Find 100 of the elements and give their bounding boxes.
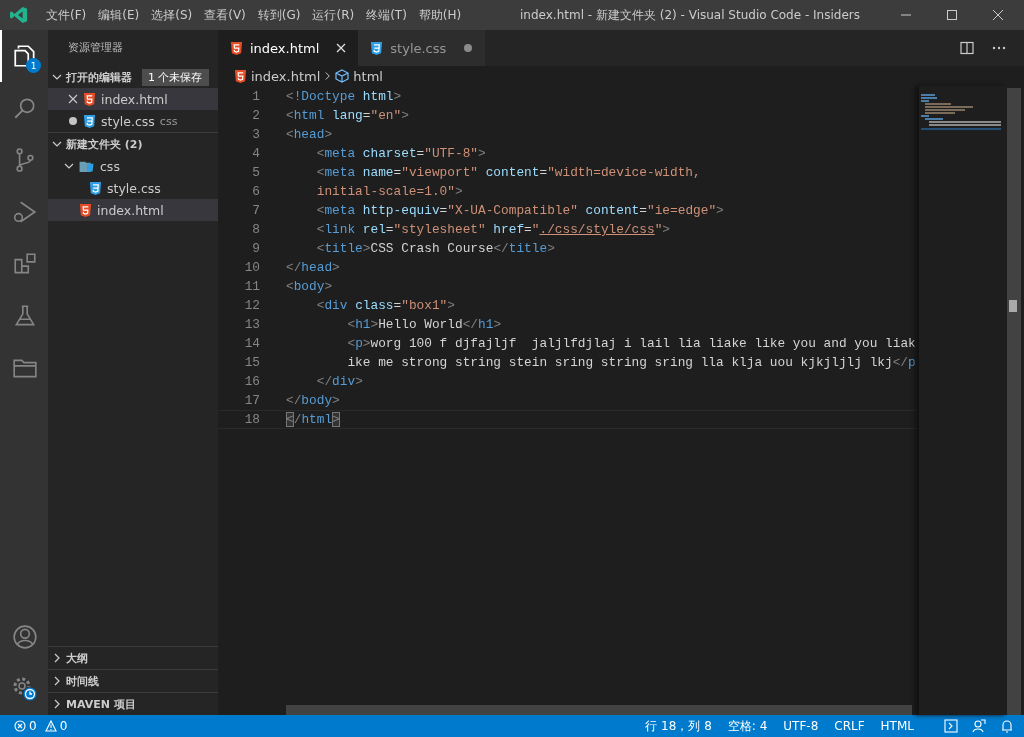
more-icon[interactable]	[992, 46, 1006, 50]
line-number: 10	[243, 260, 260, 275]
unsaved-badge: 1 个未保存	[142, 68, 209, 86]
warning-icon	[44, 720, 57, 732]
file-tree-item[interactable]: css	[48, 155, 218, 177]
bell-icon[interactable]	[1000, 719, 1014, 733]
section-title: 打开的编辑器	[66, 69, 132, 85]
open-editor-item[interactable]: index.html	[48, 88, 218, 110]
code-line: </div>	[316, 374, 363, 389]
code-line: <div class="box1">	[316, 298, 455, 313]
files-icon	[12, 43, 38, 69]
status-item[interactable]: 行 18，列 8	[645, 717, 712, 735]
html-file-icon	[79, 203, 92, 217]
line-number: 16	[243, 374, 260, 389]
minimap-drawing[interactable]	[919, 92, 1001, 132]
code-line: <title>CSS Crash Course</title>	[316, 241, 555, 256]
line-number: 14	[243, 336, 260, 351]
code-line: </body>	[286, 393, 340, 408]
menu-item[interactable]: 选择(S)	[145, 6, 199, 24]
open-editor-item[interactable]: style.css css	[48, 110, 218, 132]
line-number: 13	[243, 317, 260, 332]
file-name: style.css	[107, 180, 161, 196]
section-header[interactable]: 时间线	[48, 669, 218, 692]
menu-item[interactable]: 终端(T)	[360, 6, 413, 24]
editor-tab[interactable]: style.css	[358, 30, 486, 66]
close-icon[interactable]	[992, 9, 1004, 21]
menu-item[interactable]: 转到(G)	[251, 6, 307, 24]
file-tree-item[interactable]: index.html	[48, 199, 218, 221]
status-item[interactable]: 空格: 4	[727, 717, 768, 735]
line-number: 7	[251, 203, 260, 218]
file-name: index.html	[97, 202, 164, 218]
app-logo-icon	[10, 6, 28, 24]
menu-item[interactable]: 运行(R)	[306, 6, 361, 24]
maximize-icon[interactable]	[946, 9, 958, 21]
tab-label: style.css	[390, 40, 447, 56]
cube-icon	[335, 69, 350, 83]
line-number: 6	[251, 184, 260, 199]
line-number: 18	[243, 412, 260, 427]
account-icon	[12, 624, 38, 650]
folder-icon	[79, 159, 95, 173]
line-number: 8	[251, 222, 260, 237]
section-title: 新建文件夹 (2)	[66, 136, 143, 152]
menu-item[interactable]: 查看(V)	[198, 6, 252, 24]
html-file-icon	[83, 92, 96, 106]
section-header[interactable]: 打开的编辑器 1 个未保存	[48, 66, 218, 88]
line-number: 1	[251, 89, 260, 104]
split-editor-icon[interactable]	[960, 41, 974, 55]
sidebar-title: 资源管理器	[67, 40, 124, 56]
code-line: <h1>Hello World</h1>	[347, 317, 502, 332]
line-number: 2	[251, 108, 260, 123]
code-line: <!Doctype html>	[286, 89, 402, 104]
code-line: <head>	[286, 127, 333, 142]
breadcrumb-item[interactable]: index.html	[251, 68, 321, 84]
code-line: initial-scale=1.0">	[316, 184, 463, 199]
scrollbar[interactable]	[1007, 88, 1021, 715]
menu-item[interactable]: 帮助(H)	[412, 6, 468, 24]
section-header[interactable]: 大纲	[48, 646, 218, 669]
breadcrumb-item[interactable]: html	[353, 68, 383, 84]
css-file-icon	[89, 181, 102, 195]
line-number: 5	[251, 165, 260, 180]
count-badge: 1	[26, 58, 41, 73]
tab-label: index.html	[250, 40, 320, 56]
feedback-icon[interactable]	[944, 719, 958, 733]
section-title: 大纲	[66, 650, 88, 666]
chevron-icon	[324, 71, 332, 81]
code-line: <p>worg 100 f djfajljf jaljlfdjlaj i lail lia liake like you and you liak	[347, 336, 916, 351]
code-line: <html lang="en">	[286, 108, 409, 123]
editor-tab[interactable]: index.html	[218, 30, 359, 66]
line-number: 4	[251, 146, 260, 161]
code-line: <meta name="viewport" content="width=device-width,	[316, 165, 701, 180]
line-number: 15	[243, 355, 260, 370]
status-item[interactable]: CRLF	[834, 719, 865, 733]
line-number: 9	[251, 241, 260, 256]
close-icon[interactable]	[336, 43, 347, 53]
window-title: index.html - 新建文件夹 (2) - Visual Studio Code - Insiders	[520, 6, 860, 24]
css-file-icon	[83, 114, 96, 128]
code-line: ike me strong string stein sring string sring lla klja uou kjkjljlj lkj</p	[347, 355, 916, 370]
code-line: <body>	[286, 279, 333, 294]
line-number: 11	[243, 279, 260, 294]
file-name: index.html	[101, 91, 168, 107]
account-icon[interactable]	[972, 719, 986, 733]
warning-count[interactable]: 0	[59, 719, 68, 733]
settings-icon	[11, 675, 39, 703]
section-title: MAVEN 项目	[66, 696, 136, 712]
status-item[interactable]: HTML	[880, 719, 914, 733]
section-header[interactable]: 新建文件夹 (2)	[48, 132, 218, 155]
scrollbar[interactable]	[286, 705, 912, 715]
code-line: <link rel="stylesheet" href="./css/style/css">	[316, 222, 671, 237]
code-line: </head>	[286, 260, 340, 275]
close-icon[interactable]	[68, 94, 78, 104]
status-item[interactable]: UTF-8	[783, 719, 819, 733]
file-tree-item[interactable]: style.css	[48, 177, 218, 199]
line-number: 3	[251, 127, 260, 142]
error-count[interactable]: 0	[29, 719, 37, 733]
menu-item[interactable]: 编辑(E)	[92, 6, 146, 24]
line-number: 17	[243, 393, 260, 408]
line-number: 12	[243, 298, 260, 313]
menu-item[interactable]: 文件(F)	[40, 6, 93, 24]
error-icon	[14, 720, 26, 732]
css-file-icon	[370, 41, 384, 55]
